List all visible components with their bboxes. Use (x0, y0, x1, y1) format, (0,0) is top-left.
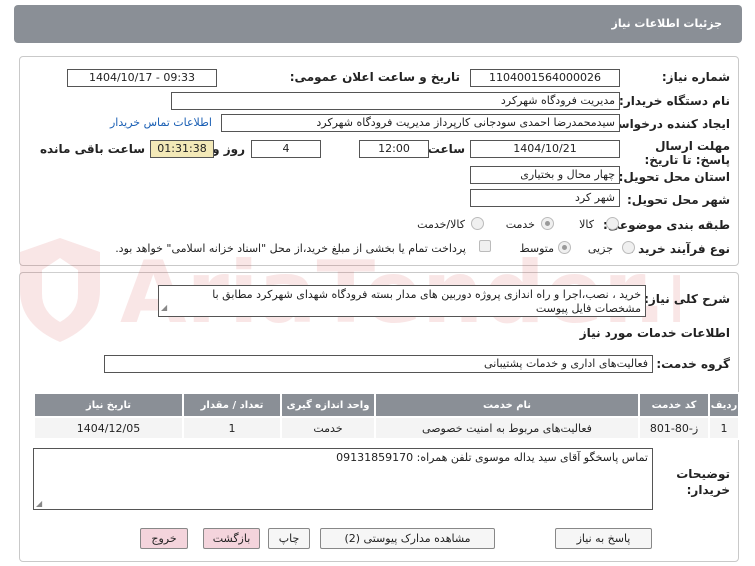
city-field: شهر کرد (470, 189, 620, 207)
summary-text-content: خرید ، نصب،اجرا و راه اندازی پروژه دوربی… (212, 288, 641, 315)
services-table-header: ردیف کد خدمت نام خدمت واحد اندازه گیری ت… (33, 392, 740, 418)
print-button[interactable]: چاپ (268, 528, 310, 549)
announce-label: تاریخ و ساعت اعلان عمومی: (289, 70, 460, 84)
city-label: شهر محل تحویل: (626, 193, 730, 207)
service-date: 1404/12/05 (33, 416, 184, 440)
service-group-label: گروه خدمت: (656, 357, 730, 371)
page-header: جزئیات اطلاعات نیاز (14, 5, 742, 43)
reply-button[interactable]: پاسخ به نیاز (555, 528, 652, 549)
service-unit: خدمت (280, 416, 376, 440)
col-qty-header: تعداد / مقدار (182, 392, 282, 418)
col-name-header: نام خدمت (374, 392, 640, 418)
province-field: چهار محال و بختیاری (470, 166, 620, 184)
buyer-org-label: نام دستگاه خریدار: (619, 94, 730, 108)
remaining-label: ساعت باقی مانده (39, 142, 145, 156)
col-unit-header: واحد اندازه گیری (280, 392, 376, 418)
deadline-label: مهلت ارسال پاسخ: تا تاریخ: (644, 139, 731, 167)
view-attachments-button[interactable]: مشاهده مدارک پیوستی (2) (320, 528, 495, 549)
resize-grip-icon[interactable]: ◢ (36, 499, 42, 508)
process-minor-radio[interactable] (622, 241, 635, 254)
row-index: 1 (708, 416, 740, 440)
need-number-field: 1104001564000026 (470, 69, 620, 87)
treasury-payment-note: پرداخت تمام یا بخشی از مبلغ خرید،از محل … (115, 242, 466, 255)
buyer-notes-content: تماس پاسخگو آقای سید یداله موسوی تلفن هم… (336, 451, 648, 464)
category-goods-service-label: کالا/خدمت (417, 218, 465, 231)
announce-field: 1404/10/17 - 09:33 (67, 69, 217, 87)
buyer-org-field: مدیریت فرودگاه شهرکرد (171, 92, 620, 110)
deadline-time-label: ساعت (427, 142, 465, 156)
process-medium-radio[interactable] (558, 241, 571, 254)
process-label: نوع فرآیند خرید : (629, 242, 730, 256)
summary-label: شرح کلی نیاز: (644, 292, 730, 306)
service-qty: 1 (182, 416, 282, 440)
buyer-notes-label: توضیحات خریدار: (676, 467, 730, 497)
deadline-time-field: 12:00 (359, 140, 429, 158)
table-row: 1 ز-80-801 فعالیت‌های مربوط به امنیت خصو… (33, 416, 740, 440)
services-section-title: اطلاعات خدمات مورد نیاز (579, 326, 730, 340)
treasury-payment-checkbox[interactable] (479, 240, 491, 252)
col-row-header: ردیف (708, 392, 740, 418)
category-service-radio[interactable] (541, 217, 554, 230)
services-table: ردیف کد خدمت نام خدمت واحد اندازه گیری ت… (33, 392, 740, 440)
buyer-notes-text: تماس پاسخگو آقای سید یداله موسوی تلفن هم… (33, 448, 653, 510)
requester-field: سیدمحمدرضا احمدی سودجانی کارپرداز مدیریت… (221, 114, 620, 132)
category-label: طبقه بندی موضوعی: (602, 218, 730, 232)
exit-button[interactable]: خروج (140, 528, 188, 549)
process-medium-label: متوسط (519, 242, 554, 255)
resize-grip-icon[interactable]: ◢ (161, 301, 167, 315)
back-button[interactable]: بازگشت (203, 528, 260, 549)
col-code-header: کد خدمت (638, 392, 710, 418)
need-number-label: شماره نیاز: (661, 70, 730, 84)
service-code: ز-80-801 (638, 416, 710, 440)
remaining-time-field: 01:31:38 (150, 140, 214, 158)
category-goods-label: کالا (579, 218, 594, 231)
summary-text: خرید ، نصب،اجرا و راه اندازی پروژه دوربی… (158, 285, 646, 317)
col-date-header: تاریخ نیاز (33, 392, 184, 418)
service-name: فعالیت‌های مربوط به امنیت خصوصی (374, 416, 640, 440)
days-field: 4 (251, 140, 321, 158)
buyer-contact-link[interactable]: اطلاعات تماس خریدار (110, 116, 212, 129)
category-goods-radio[interactable] (606, 217, 619, 230)
page-title: جزئیات اطلاعات نیاز (611, 17, 723, 30)
deadline-date-field: 1404/10/21 (470, 140, 620, 158)
process-minor-label: جزیی (587, 242, 613, 255)
service-group-field: فعالیت‌های اداری و خدمات پشتیبانی (104, 355, 653, 373)
days-label: روز و (212, 142, 245, 156)
category-goods-service-radio[interactable] (471, 217, 484, 230)
province-label: استان محل تحویل: (618, 170, 730, 184)
category-service-label: خدمت (505, 218, 535, 231)
